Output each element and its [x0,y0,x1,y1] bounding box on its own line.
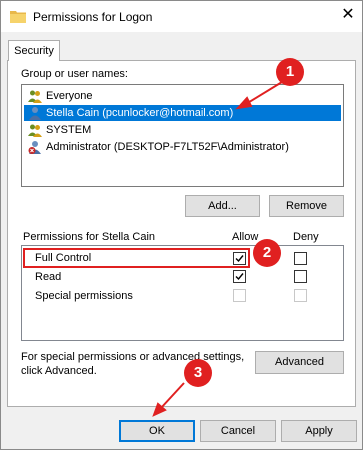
callout-2: 2 [253,239,281,267]
callout-1: 1 [276,58,304,86]
annotation-arrows [152,81,283,417]
callout-3: 3 [184,359,212,387]
tab-security[interactable]: Security [8,40,60,61]
